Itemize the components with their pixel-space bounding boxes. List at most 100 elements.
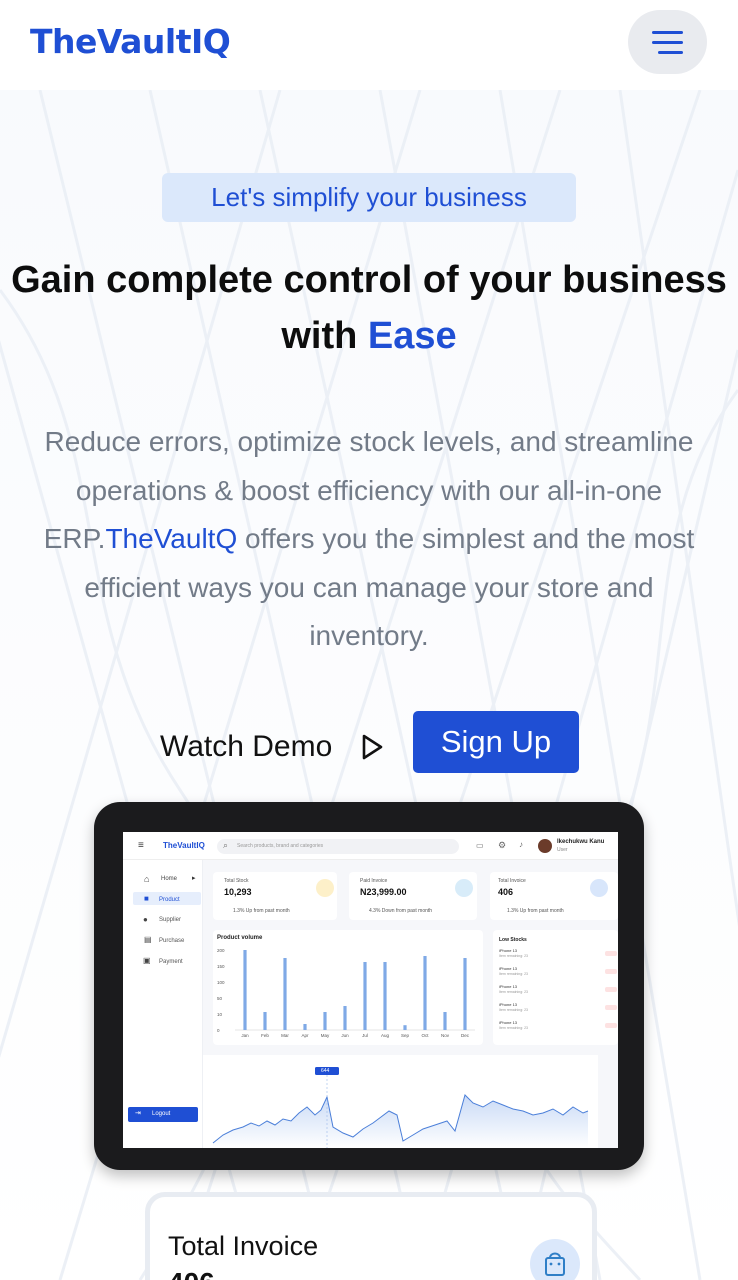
y-tick-label: 200: [217, 948, 225, 953]
sidebar-item-home: Home: [161, 876, 178, 882]
bell-icon: ♪: [519, 840, 523, 849]
bar-may: [323, 1012, 327, 1030]
dashboard-sidebar: ⌂ Home ▸ ■ Product ● Supplier ▤ Purchase…: [123, 860, 203, 1148]
bar-dec: [463, 958, 467, 1030]
low-stock-item-name: iPhone 13: [499, 966, 518, 971]
low-stock-item-remaining: Item remaining: 23: [499, 954, 528, 958]
play-icon[interactable]: [361, 733, 385, 761]
low-stock-item-remaining: Item remaining: 23: [499, 972, 528, 976]
user-role: User: [557, 847, 568, 853]
sidebar-item-supplier: Supplier: [159, 917, 182, 923]
product-volume-chart: 20015010050100Jan Feb Mar Apr May Jun Jul Aug Se…: [217, 948, 475, 1038]
brand-logo[interactable]: TheVaultIQ: [30, 22, 231, 61]
stat-trend: 1.3% Up from past month: [233, 908, 290, 914]
sales-line-chart: [212, 1067, 589, 1148]
watch-demo-link[interactable]: Watch Demo: [160, 722, 332, 772]
x-tick-label: Feb: [261, 1033, 269, 1038]
hero-section: Let's simplify your business Gain comple…: [0, 0, 738, 1280]
stat-title: Total Invoice: [498, 878, 526, 884]
y-tick-label: 100: [217, 980, 225, 985]
y-tick-label: 150: [217, 964, 225, 969]
users-icon: [590, 879, 608, 897]
low-stock-item-remaining: Item remaining: 23: [499, 990, 528, 994]
sidebar-item-purchase: Purchase: [159, 938, 185, 944]
low-stock-item-name: iPhone 13: [499, 1002, 518, 1007]
home-icon: ⌂: [144, 874, 150, 884]
x-tick-label: Jan: [241, 1033, 249, 1038]
logout-icon: ⇥: [135, 1110, 141, 1117]
shopping-bag-icon: [530, 1239, 580, 1280]
bag-icon: [455, 879, 473, 897]
low-stock-item-remaining: Item remaining: 23: [499, 1026, 528, 1030]
hero-description: Reduce errors, optimize stock levels, an…: [0, 418, 738, 661]
dashboard-search-placeholder: Search products, brand and categories: [237, 843, 324, 849]
total-invoice-value: 406: [168, 1267, 215, 1280]
bar-sep: [403, 1025, 407, 1030]
logout-label: Logout: [152, 1111, 171, 1117]
dashboard-preview: ≡ TheVaultIQ ⌕ Search products, brand an…: [123, 832, 618, 1148]
hamburger-menu-icon-line: [658, 51, 683, 54]
desc-line-1: Reduce errors, optimize stock levels, an…: [44, 426, 694, 457]
low-stock-badge: [605, 1023, 617, 1028]
x-tick-label: May: [321, 1033, 330, 1038]
x-tick-label: Nov: [441, 1033, 450, 1038]
stat-card-total-stock: Total Stock 10,293 1.3% Up from past mon…: [213, 872, 337, 920]
x-tick-label: Dec: [461, 1033, 470, 1038]
message-icon: ▭: [476, 841, 484, 850]
y-tick-label: 0: [217, 1028, 220, 1033]
dashboard-main: Total Stock 10,293 1.3% Up from past mon…: [203, 860, 618, 1148]
stat-title: Total Stock: [224, 878, 249, 884]
headline-accent: Ease: [367, 315, 457, 357]
desc-line-5: inventory.: [309, 620, 429, 651]
dashboard-topbar: ≡ TheVaultIQ ⌕ Search products, brand an…: [123, 832, 618, 860]
user-name: Ikechukwu Kanu: [557, 839, 605, 845]
low-stock-badge: [605, 987, 617, 992]
x-tick-label: Oct: [421, 1033, 429, 1038]
low-stock-item-remaining: Item remaining: 23: [499, 1008, 528, 1012]
signup-button[interactable]: Sign Up: [413, 711, 579, 773]
total-invoice-card: Total Invoice 406: [145, 1192, 597, 1280]
shopping-bag-icon-glyph: [545, 1252, 565, 1276]
tagline-pill: Let's simplify your business: [162, 173, 576, 222]
total-invoice-label: Total Invoice: [168, 1231, 319, 1261]
payment-icon: ▣: [143, 956, 151, 965]
x-tick-label: Aug: [381, 1033, 390, 1038]
desc-line-2: operations & boost efficiency with our a…: [75, 474, 663, 506]
headline-with: with: [281, 315, 358, 357]
stat-card-total-invoice: Total Invoice 406 1.3% Up from past mont…: [490, 872, 618, 920]
dashboard-logo: TheVaultIQ: [163, 841, 205, 850]
bar-apr: [303, 1024, 307, 1030]
sidebar-item-product: Product: [159, 897, 180, 903]
avatar: [538, 839, 552, 853]
bar-jan: [243, 950, 247, 1030]
bar-nov: [443, 1012, 447, 1030]
supplier-icon: ●: [143, 915, 148, 924]
headline-line-2: with Ease: [0, 308, 738, 364]
hero-headline: Gain complete control of your business w…: [0, 252, 738, 364]
low-stocks-title: Low Stocks: [499, 937, 527, 943]
low-stock-item-name: iPhone 13: [499, 984, 518, 989]
menu-button[interactable]: [628, 10, 707, 74]
stat-title: Paid Invoice: [360, 878, 388, 884]
dashboard-menu-icon: ≡: [138, 840, 144, 851]
stat-value: N23,999.00: [360, 887, 407, 897]
desc-brand: TheVaultQ: [105, 523, 238, 554]
bar-oct: [423, 956, 427, 1030]
stat-value: 10,293: [224, 887, 252, 897]
product-volume-card: Product volume 200 150 100 50 10 0 Jan Feb Mar Ap…: [213, 930, 483, 1045]
chevron-right-icon: ▸: [192, 875, 196, 882]
desc-line-3: ERP.TheVaultQ offers you the simplest an…: [0, 515, 738, 564]
low-stocks-card: Low Stocks iPhone 13 Item remaining: 23 iP…: [493, 930, 618, 1045]
dashboard-search-icon: ⌕: [223, 840, 229, 850]
x-tick-label: Mar: [281, 1033, 289, 1038]
low-stock-badge: [605, 1005, 617, 1010]
bar-aug: [383, 962, 387, 1030]
stat-trend: 4.3% Down from past month: [369, 908, 433, 914]
stat-value: 406: [498, 887, 514, 897]
sidebar-item-payment: Payment: [159, 959, 183, 965]
bar-feb: [263, 1012, 267, 1030]
bar-jul: [363, 962, 367, 1030]
desc-line-3-rest: offers you the simplest and the most: [237, 523, 695, 554]
stat-card-paid-invoice: Paid Invoice N23,999.00 4.3% Down from p…: [349, 872, 477, 920]
x-tick-label: Jul: [362, 1033, 368, 1038]
